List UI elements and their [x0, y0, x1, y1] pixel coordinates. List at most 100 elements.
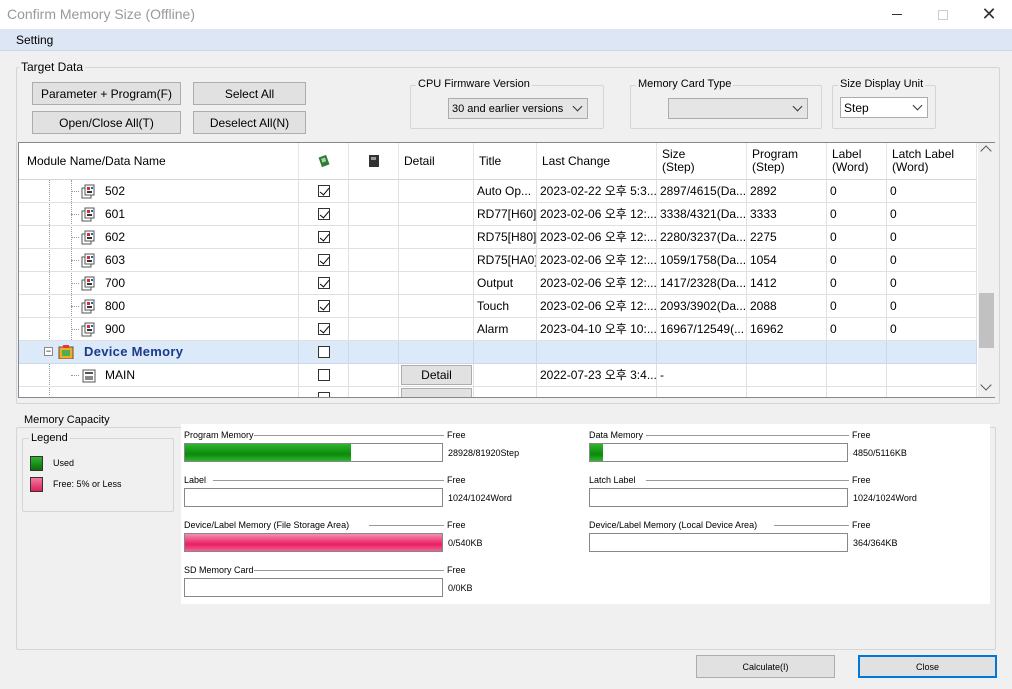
cell-size: -	[657, 364, 747, 387]
close-window-button[interactable]: ✕	[966, 0, 1012, 29]
module-checkbox[interactable]	[318, 208, 330, 220]
size-display-unit-select[interactable]: Step	[840, 97, 928, 118]
tree-connector	[71, 329, 79, 330]
module-checkbox[interactable]	[318, 277, 330, 289]
cpu-firmware-value: 30 and earlier versions	[452, 102, 564, 115]
collapse-toggle[interactable]: −	[44, 347, 53, 356]
cell-detail	[399, 341, 474, 364]
cell-program: 16962	[747, 318, 827, 341]
table-row[interactable]: RD77[H60] 2023-02-06 오후 12:... 3338/4321(D…	[19, 203, 977, 226]
scroll-up-icon[interactable]	[980, 145, 992, 157]
cell-name	[19, 180, 299, 203]
cell-program: 2892	[747, 180, 827, 203]
tree-connector	[71, 214, 79, 215]
tree-connector	[71, 191, 79, 192]
device-memory-icon	[58, 345, 74, 359]
table-row[interactable]: − Device Memory	[19, 341, 977, 364]
device-file-icon	[82, 369, 96, 383]
col-header-latch-label[interactable]: Latch Label (Word)	[887, 143, 977, 180]
cell-detail	[399, 180, 474, 203]
cpu-firmware-label: CPU Firmware Version	[416, 78, 532, 90]
cell-program: 1412	[747, 272, 827, 295]
minimize-button[interactable]	[874, 0, 920, 29]
col-header-detail[interactable]: Detail	[399, 143, 474, 180]
open-close-all-button[interactable]: Open/Close All(T)	[32, 111, 181, 134]
table-row[interactable]: Touch 2023-02-06 오후 12:... 2093/3902(Da...…	[19, 295, 977, 318]
device-memory-checkbox[interactable]	[318, 346, 330, 358]
deselect-all-button[interactable]: Deselect All(N)	[193, 111, 306, 134]
program-file-icon	[81, 207, 95, 222]
memory-card-type-select[interactable]	[668, 98, 808, 119]
tree-connector	[71, 283, 79, 284]
free-label: Free	[852, 430, 871, 440]
select-all-button[interactable]: Select All	[193, 82, 306, 105]
menu-bar: Setting	[0, 29, 1012, 51]
table-row[interactable]: RD75[HA0] 2023-02-06 오후 12:... 1059/1758(D…	[19, 249, 977, 272]
cell-label: 0	[827, 295, 887, 318]
col-header-card[interactable]	[349, 143, 399, 180]
detail-button[interactable]: Detail	[401, 365, 472, 385]
capacity-value-sd_card: 0/0KB	[448, 583, 473, 593]
module-checkbox[interactable]	[318, 231, 330, 243]
module-checkbox[interactable]	[318, 300, 330, 312]
cell-label	[827, 364, 887, 387]
module-checkbox[interactable]	[318, 323, 330, 335]
table-row[interactable]: 2022-07-23 오후 3:4... - MAIN Detail	[19, 364, 977, 387]
scroll-thumb[interactable]	[979, 293, 994, 348]
capacity-value-file_storage: 0/540KB	[448, 538, 483, 548]
scroll-down-icon[interactable]	[980, 379, 992, 391]
main-checkbox[interactable]	[318, 369, 330, 381]
col-header-module[interactable]	[299, 143, 349, 180]
table-row[interactable]: Alarm 2023-04-10 오후 10:... 16967/12549(...…	[19, 318, 977, 341]
cell-title: Output	[474, 272, 537, 295]
cell-last_change: 2023-02-06 오후 12:...	[537, 226, 657, 249]
legend-used-swatch	[30, 456, 43, 471]
cell-detail	[399, 249, 474, 272]
col-header-label[interactable]: Label (Word)	[827, 143, 887, 180]
cell-latch: 0	[887, 180, 977, 203]
free-label: Free	[447, 565, 466, 575]
module-name: 603	[105, 253, 126, 267]
target-data-grid[interactable]: Module Name/Data Name Detail Title Last …	[18, 142, 995, 398]
col-header-last-change[interactable]: Last Change	[537, 143, 657, 180]
col-header-size[interactable]: Size (Step)	[657, 143, 747, 180]
capacity-label-file_storage: Device/Label Memory (File Storage Area)	[184, 520, 350, 530]
cell-title: Auto Op...	[474, 180, 537, 203]
detail-button[interactable]	[401, 388, 472, 397]
cpu-firmware-select[interactable]: 30 and earlier versions	[448, 98, 588, 119]
cell-last_change	[537, 341, 657, 364]
table-row[interactable]: RD75[H80] 2023-02-06 오후 12:... 2280/3237(D…	[19, 226, 977, 249]
module-checkbox[interactable]	[318, 254, 330, 266]
grid-vertical-scrollbar[interactable]	[978, 143, 995, 397]
cell-title: Alarm	[474, 318, 537, 341]
title-bar: Confirm Memory Size (Offline) ✕	[0, 0, 1012, 29]
row-checkbox[interactable]	[318, 392, 330, 397]
calculate-button[interactable]: Calculate(I)	[696, 655, 835, 678]
cell-card	[349, 180, 399, 203]
module-chip-icon	[318, 154, 329, 168]
cell-label: 0	[827, 249, 887, 272]
cell-label: 0	[827, 203, 887, 226]
free-label: Free	[852, 520, 871, 530]
module-checkbox[interactable]	[318, 185, 330, 197]
cell-card	[349, 249, 399, 272]
table-row[interactable]: Auto Op... 2023-02-22 오후 5:3... 2897/4615(…	[19, 180, 977, 203]
maximize-icon	[938, 9, 948, 20]
program-file-icon	[81, 184, 95, 199]
cell-card	[349, 203, 399, 226]
menu-item-setting[interactable]: Setting	[16, 33, 53, 47]
close-button[interactable]: Close	[858, 655, 997, 678]
table-row[interactable]: Output 2023-02-06 오후 12:... 1417/2328(Da..…	[19, 272, 977, 295]
cell-title: RD75[HA0]	[474, 249, 537, 272]
module-name: 502	[105, 184, 126, 198]
capacity-label-program: Program Memory	[184, 430, 254, 440]
cell-program: 3333	[747, 203, 827, 226]
cell-last_change: 2023-02-06 오후 12:...	[537, 203, 657, 226]
col-header-program[interactable]: Program (Step)	[747, 143, 827, 180]
tree-connector	[71, 306, 79, 307]
chevron-down-icon	[572, 101, 583, 112]
parameter-program-button[interactable]: Parameter + Program(F)	[32, 82, 181, 105]
col-header-name[interactable]: Module Name/Data Name	[19, 143, 299, 180]
col-header-title[interactable]: Title	[474, 143, 537, 180]
capacity-label-sd_card: SD Memory Card	[184, 565, 254, 575]
